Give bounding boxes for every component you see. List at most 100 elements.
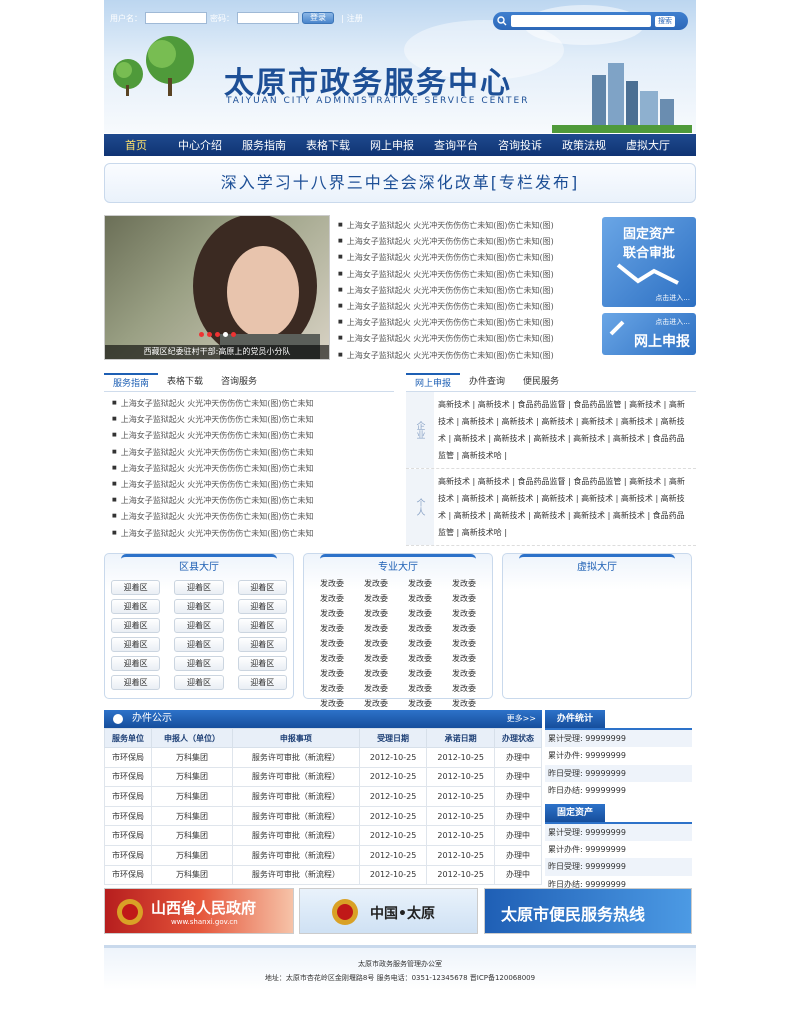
list-item[interactable]: 上海女子监狱起火 火光冲天伤伤伤亡未知(图)伤亡未知	[112, 460, 394, 476]
shanxi-gov-link[interactable]: 山西省人民政府 www.shanxi.gov.cn	[104, 888, 294, 934]
county-item[interactable]: 迎着区	[111, 675, 161, 690]
professional-item[interactable]: 发改委	[356, 698, 396, 710]
list-item[interactable]: 上海女子监狱起火 火光冲天伤伤伤亡未知(图)伤亡未知	[112, 444, 394, 460]
professional-item[interactable]: 发改委	[312, 638, 352, 650]
list-item[interactable]: 上海女子监狱起火 火光冲天伤伤伤亡未知(图)伤亡未知	[112, 492, 394, 508]
tab-convenience[interactable]: 便民服务	[514, 373, 568, 391]
news-item[interactable]: 上海女子监狱起火 火光冲天伤伤伤亡未知(图)伤亡未知(图)	[338, 347, 598, 363]
news-item[interactable]: 上海女子监狱起火 火光冲天伤伤伤亡未知(图)伤亡未知(图)	[338, 314, 598, 330]
professional-item[interactable]: 发改委	[356, 593, 396, 605]
carousel-dot[interactable]	[207, 332, 212, 337]
list-item[interactable]: 上海女子监狱起火 火光冲天伤伤伤亡未知(图)伤亡未知	[112, 411, 394, 427]
professional-item[interactable]: 发改委	[312, 578, 352, 590]
nav-virtual-hall[interactable]: 虚拟大厅	[616, 137, 680, 153]
professional-item[interactable]: 发改委	[444, 653, 484, 665]
list-item[interactable]: 上海女子监狱起火 火光冲天伤伤伤亡未知(图)伤亡未知	[112, 525, 394, 541]
table-row[interactable]: 市环保局 万科集团 服务许可审批（新流程） 2012-10-25 2012-10-25 办…	[104, 805, 543, 827]
table-row[interactable]: 市环保局 万科集团 服务许可审批（新流程） 2012-10-25 2012-10-25 办…	[104, 766, 543, 788]
county-item[interactable]: 迎着区	[111, 637, 161, 652]
tab-online-apply[interactable]: 网上申报	[406, 373, 461, 391]
county-item[interactable]: 迎着区	[111, 599, 161, 614]
professional-item[interactable]: 发改委	[356, 668, 396, 680]
professional-item[interactable]: 发改委	[312, 698, 352, 710]
county-item[interactable]: 迎着区	[111, 656, 161, 671]
list-item[interactable]: 上海女子监狱起火 火光冲天伤伤伤亡未知(图)伤亡未知	[112, 427, 394, 443]
county-item[interactable]: 迎着区	[237, 580, 287, 595]
online-apply-button[interactable]: 点击进入... 网上申报	[602, 313, 696, 355]
county-item[interactable]: 迎着区	[237, 637, 287, 652]
county-item[interactable]: 迎着区	[111, 580, 161, 595]
professional-item[interactable]: 发改委	[356, 608, 396, 620]
featured-photo[interactable]: 西藏区纪委驻村干部:高原上的党员小分队	[104, 215, 330, 360]
fixed-enter-link[interactable]: 点击进入...	[655, 293, 690, 303]
professional-item[interactable]: 发改委	[312, 608, 352, 620]
professional-item[interactable]: 发改委	[312, 683, 352, 695]
table-row[interactable]: 市环保局 万科集团 服务许可审批（新流程） 2012-10-25 2012-10-25 办…	[104, 864, 543, 886]
professional-item[interactable]: 发改委	[444, 578, 484, 590]
county-item[interactable]: 迎着区	[174, 580, 224, 595]
professional-item[interactable]: 发改委	[400, 668, 440, 680]
professional-item[interactable]: 发改委	[356, 653, 396, 665]
list-item[interactable]: 上海女子监狱起火 火光冲天伤伤伤亡未知(图)伤亡未知	[112, 476, 394, 492]
table-row[interactable]: 市环保局 万科集团 服务许可审批（新流程） 2012-10-25 2012-10-25 办…	[104, 747, 543, 768]
tab-case-query[interactable]: 办件查询	[460, 373, 514, 391]
carousel-dot[interactable]	[215, 332, 220, 337]
affairs-more-link[interactable]: 更多>>	[507, 710, 536, 728]
nav-online-apply[interactable]: 网上申报	[360, 137, 424, 153]
professional-item[interactable]: 发改委	[356, 638, 396, 650]
list-item[interactable]: 上海女子监狱起火 火光冲天伤伤伤亡未知(图)伤亡未知	[112, 395, 394, 411]
professional-item[interactable]: 发改委	[444, 593, 484, 605]
register-link[interactable]: 注册	[347, 13, 363, 24]
news-item[interactable]: 上海女子监狱起火 火光冲天伤伤伤亡未知(图)伤亡未知(图)	[338, 217, 598, 233]
carousel-dot[interactable]	[223, 332, 228, 337]
county-item[interactable]: 迎着区	[174, 599, 224, 614]
tab-form-download[interactable]: 表格下载	[158, 373, 212, 391]
professional-item[interactable]: 发改委	[444, 683, 484, 695]
search-input[interactable]	[511, 15, 651, 27]
county-item[interactable]: 迎着区	[174, 637, 224, 652]
professional-item[interactable]: 发改委	[312, 593, 352, 605]
professional-item[interactable]: 发改委	[356, 578, 396, 590]
nav-service-guide[interactable]: 服务指南	[232, 137, 296, 153]
county-item[interactable]: 迎着区	[237, 618, 287, 633]
china-taiyuan-link[interactable]: 中国•太原	[299, 888, 478, 934]
hotline-link[interactable]: 太原市便民服务热线	[484, 888, 692, 934]
search-button[interactable]: 搜索	[655, 15, 675, 27]
list-item[interactable]: 上海女子监狱起火 火光冲天伤伤伤亡未知(图)伤亡未知	[112, 508, 394, 524]
professional-item[interactable]: 发改委	[444, 668, 484, 680]
nav-query[interactable]: 查询平台	[424, 137, 488, 153]
professional-item[interactable]: 发改委	[312, 668, 352, 680]
carousel-dot[interactable]	[231, 332, 236, 337]
nav-forms[interactable]: 表格下载	[296, 137, 360, 153]
professional-item[interactable]: 发改委	[356, 683, 396, 695]
professional-item[interactable]: 发改委	[400, 683, 440, 695]
carousel-dot[interactable]	[199, 332, 204, 337]
news-item[interactable]: 上海女子监狱起火 火光冲天伤伤伤亡未知(图)伤亡未知(图)	[338, 330, 598, 346]
nav-home[interactable]: 首页	[104, 137, 168, 153]
news-item[interactable]: 上海女子监狱起火 火光冲天伤伤伤亡未知(图)伤亡未知(图)	[338, 298, 598, 314]
professional-item[interactable]: 发改委	[444, 698, 484, 710]
professional-item[interactable]: 发改委	[400, 638, 440, 650]
tab-service-guide[interactable]: 服务指南	[104, 373, 159, 391]
county-item[interactable]: 迎着区	[174, 656, 224, 671]
news-item[interactable]: 上海女子监狱起火 火光冲天伤伤伤亡未知(图)伤亡未知(图)	[338, 266, 598, 282]
username-input[interactable]	[145, 12, 207, 24]
professional-item[interactable]: 发改委	[400, 623, 440, 635]
professional-item[interactable]: 发改委	[444, 608, 484, 620]
nav-policy[interactable]: 政策法规	[552, 137, 616, 153]
county-item[interactable]: 迎着区	[111, 618, 161, 633]
professional-item[interactable]: 发改委	[356, 623, 396, 635]
table-row[interactable]: 市环保局 万科集团 服务许可审批（新流程） 2012-10-25 2012-10-25 办…	[104, 844, 543, 866]
nav-complaint[interactable]: 咨询投诉	[488, 137, 552, 153]
professional-item[interactable]: 发改委	[312, 623, 352, 635]
personal-links[interactable]: 高新技术 | 高新技术 | 食品药品监督 | 食品药品监管 | 高新技术 | 高…	[434, 469, 696, 545]
professional-item[interactable]: 发改委	[400, 608, 440, 620]
professional-item[interactable]: 发改委	[400, 698, 440, 710]
county-item[interactable]: 迎着区	[237, 599, 287, 614]
county-item[interactable]: 迎着区	[237, 656, 287, 671]
news-item[interactable]: 上海女子监狱起火 火光冲天伤伤伤亡未知(图)伤亡未知(图)	[338, 233, 598, 249]
password-input[interactable]	[237, 12, 299, 24]
professional-item[interactable]: 发改委	[444, 638, 484, 650]
tab-consult[interactable]: 咨询服务	[212, 373, 266, 391]
news-item[interactable]: 上海女子监狱起火 火光冲天伤伤伤亡未知(图)伤亡未知(图)	[338, 282, 598, 298]
